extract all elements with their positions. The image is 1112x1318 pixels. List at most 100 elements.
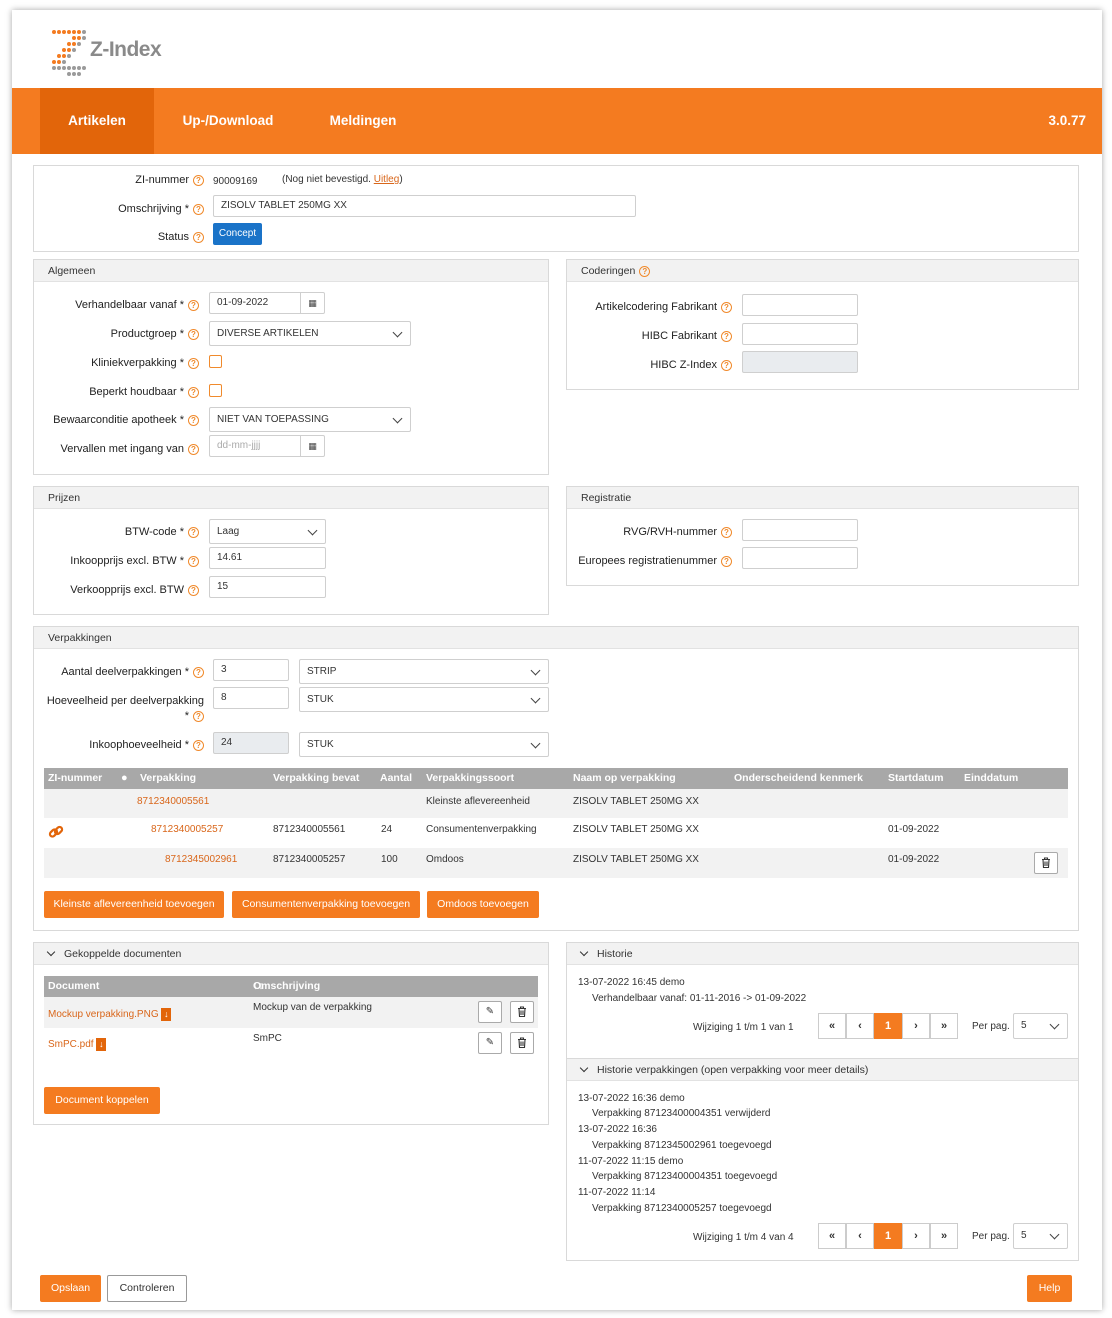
edit-button[interactable]: ✎ <box>478 1032 502 1054</box>
help-icon[interactable]: ? <box>193 174 204 186</box>
link-icon[interactable] <box>48 824 64 840</box>
help-icon[interactable]: ? <box>721 301 732 313</box>
page-1-button[interactable]: 1 <box>874 1013 902 1039</box>
verkoop-input[interactable]: 15 <box>209 576 326 598</box>
prev-page-button[interactable]: ‹ <box>846 1223 874 1249</box>
coderingen-title: Coderingen? <box>567 260 1078 282</box>
documenten-header[interactable]: Gekoppelde documenten <box>34 943 548 965</box>
verhandelbaar-date-input[interactable]: 01-09-2022 <box>209 292 301 314</box>
document-link[interactable]: Mockup verpakking.PNG ↓ <box>48 1008 172 1021</box>
delete-button[interactable] <box>510 1032 534 1054</box>
help-icon[interactable]: ? <box>188 555 199 567</box>
next-page-button[interactable]: › <box>902 1013 930 1039</box>
rvg-input[interactable] <box>742 519 858 541</box>
help-icon[interactable]: ? <box>193 203 204 215</box>
verpakking-link[interactable]: 8712340005257 <box>151 824 223 835</box>
hibc-fabrikant-input[interactable] <box>742 323 858 345</box>
col-aantal[interactable]: Aantal <box>380 768 412 789</box>
beperkt-checkbox[interactable] <box>209 384 222 397</box>
help-icon[interactable]: ? <box>193 666 204 678</box>
help-icon[interactable]: ? <box>188 386 199 398</box>
document-koppelen-button[interactable]: Document koppelen <box>44 1087 160 1114</box>
help-icon[interactable]: ? <box>188 526 199 538</box>
productgroep-select[interactable]: DIVERSE ARTIKELEN <box>209 321 411 346</box>
help-icon[interactable]: ? <box>188 443 199 455</box>
hoeveelheid-input[interactable]: 8 <box>213 687 289 709</box>
help-icon[interactable]: ? <box>188 299 199 311</box>
calendar-icon[interactable]: ▦ <box>301 292 325 314</box>
aantal-unit-select[interactable]: STRIP <box>299 659 549 684</box>
col-document[interactable]: Document <box>48 976 99 997</box>
help-icon[interactable]: ? <box>721 359 732 371</box>
col-verpakkingssoort[interactable]: Verpakkingssoort <box>426 768 514 789</box>
first-page-button[interactable]: « <box>818 1223 846 1249</box>
aantal-input[interactable]: 3 <box>213 659 289 681</box>
document-link[interactable]: SmPC.pdf ↓ <box>48 1038 107 1051</box>
sort-icon: ↓↕ <box>253 980 264 992</box>
add-kleinste-aflevereenheid-button[interactable]: Kleinste aflevereenheid toevoegen <box>44 891 224 918</box>
euro-input[interactable] <box>742 547 858 569</box>
historie-entry-meta: 13-07-2022 16:36 demo <box>578 1093 685 1104</box>
col-onderscheidend-kenmerk[interactable]: Onderscheidend kenmerk <box>734 768 863 789</box>
help-icon[interactable]: ? <box>721 555 732 567</box>
historie-verpakkingen-header[interactable]: Historie verpakkingen (open verpakking v… <box>567 1059 1078 1081</box>
inkoophoeveelheid-unit-select[interactable]: STUK <box>299 732 549 757</box>
help-icon[interactable]: ? <box>721 526 732 538</box>
verpakking-link[interactable]: 8712345002961 <box>165 854 237 865</box>
kliniek-checkbox[interactable] <box>209 355 222 368</box>
help-icon[interactable]: ? <box>639 265 651 277</box>
delete-button[interactable] <box>1034 852 1058 874</box>
edit-button[interactable]: ✎ <box>478 1001 502 1023</box>
col-zi-nummer[interactable]: ZI-nummer <box>48 768 102 789</box>
check-button[interactable]: Controleren <box>107 1275 187 1302</box>
tab-artikelen[interactable]: Artikelen <box>40 88 154 154</box>
hoeveelheid-unit-select[interactable]: STUK <box>299 687 549 712</box>
tab-up-download[interactable]: Up-/Download <box>170 88 286 154</box>
hibc-fabrikant-label: HIBC Fabrikant? <box>567 330 732 342</box>
uitleg-link[interactable]: Uitleg <box>374 174 400 185</box>
add-consumentenverpakking-button[interactable]: Consumentenverpakking toevoegen <box>232 891 420 918</box>
col-verpakking[interactable]: Verpakking <box>140 768 196 789</box>
first-page-button[interactable]: « <box>818 1013 846 1039</box>
verpakking-table-header: ZI-nummer ● Verpakking Verpakking bevat … <box>44 768 1068 789</box>
save-button[interactable]: Opslaan <box>40 1275 101 1302</box>
inkoop-input[interactable]: 14.61 <box>209 547 326 569</box>
chevron-down-icon <box>1049 1019 1060 1030</box>
last-page-button[interactable]: » <box>930 1223 958 1249</box>
bewaar-select[interactable]: NIET VAN TOEPASSING <box>209 407 411 432</box>
fabrikant-input[interactable] <box>742 294 858 316</box>
table-row[interactable]: 8712340005561 Kleinste aflevereenheid ZI… <box>44 789 1068 818</box>
btw-select[interactable]: Laag <box>209 519 326 544</box>
last-page-button[interactable]: » <box>930 1013 958 1039</box>
verpakking-link[interactable]: 8712340005561 <box>137 796 209 807</box>
calendar-icon[interactable]: ▦ <box>301 435 325 457</box>
vervallen-date-input[interactable]: dd-mm-jjjj <box>209 435 301 457</box>
help-icon[interactable]: ? <box>193 739 204 751</box>
help-button[interactable]: Help <box>1027 1275 1072 1302</box>
list-item[interactable]: Mockup verpakking.PNG ↓ Mockup van de ve… <box>44 997 538 1028</box>
help-icon[interactable]: ? <box>188 328 199 340</box>
col-einddatum[interactable]: Einddatum <box>964 768 1018 789</box>
add-omdoos-button[interactable]: Omdoos toevoegen <box>427 891 539 918</box>
help-icon[interactable]: ? <box>188 414 199 426</box>
help-icon[interactable]: ? <box>193 231 204 243</box>
perpag-select[interactable]: 5 <box>1013 1223 1068 1249</box>
delete-button[interactable] <box>510 1001 534 1023</box>
omschrijving-input[interactable]: ZISOLV TABLET 250MG XX <box>213 195 636 217</box>
col-verpakking-bevat[interactable]: Verpakking bevat <box>273 768 359 789</box>
col-naam-op-verpakking[interactable]: Naam op verpakking <box>573 768 676 789</box>
help-icon[interactable]: ? <box>193 710 204 722</box>
tab-meldingen[interactable]: Meldingen <box>318 88 408 154</box>
next-page-button[interactable]: › <box>902 1223 930 1249</box>
help-icon[interactable]: ? <box>188 357 199 369</box>
table-row[interactable]: 8712340005257 8712340005561 24 Consument… <box>44 818 1068 848</box>
page-1-button[interactable]: 1 <box>874 1223 902 1249</box>
help-icon[interactable]: ? <box>188 584 199 596</box>
prev-page-button[interactable]: ‹ <box>846 1013 874 1039</box>
perpag-select[interactable]: 5 <box>1013 1013 1068 1039</box>
list-item[interactable]: SmPC.pdf ↓ SmPC ✎ <box>44 1028 538 1059</box>
table-row[interactable]: 8712345002961 8712340005257 100 Omdoos Z… <box>44 848 1068 878</box>
historie-header[interactable]: Historie <box>567 943 1078 965</box>
col-startdatum[interactable]: Startdatum <box>888 768 943 789</box>
help-icon[interactable]: ? <box>721 330 732 342</box>
